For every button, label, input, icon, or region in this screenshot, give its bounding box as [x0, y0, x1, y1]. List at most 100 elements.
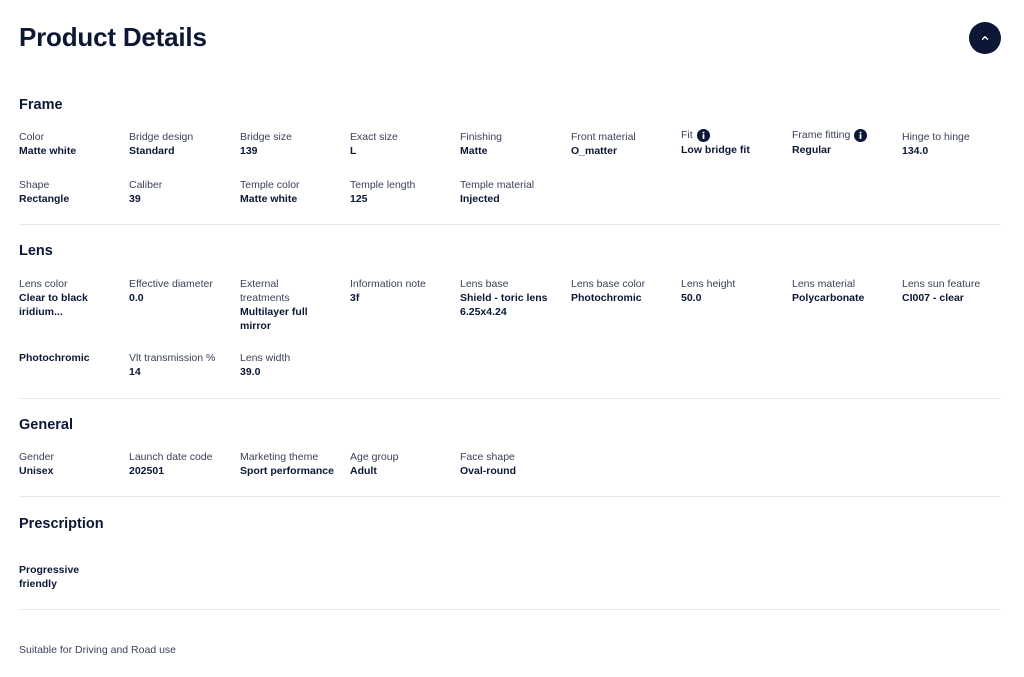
field-lens-base: Lens base Shield - toric lens 6.25x4.24 [460, 277, 560, 319]
field-label: Lens sun feature [902, 278, 981, 290]
field-label: Launch date code [129, 451, 213, 463]
page-title: Product Details [19, 22, 207, 52]
field-value: 14 [129, 366, 141, 378]
field-fit: Fit Low bridge fit [681, 128, 789, 157]
field-lens-extra: Photochromic [19, 351, 127, 365]
collapse-button[interactable] [969, 22, 1001, 54]
field-value: Shield - toric lens 6.25x4.24 [460, 292, 548, 318]
field-value: 0.0 [129, 292, 144, 304]
field-vlt-transmission: Vlt transmission % 14 [129, 351, 237, 379]
field-value: 39 [129, 193, 141, 205]
field-label: External treatments [240, 278, 290, 304]
field-temple-length: Temple length 125 [350, 178, 458, 206]
field-label: Lens base color [571, 278, 646, 290]
field-value: 50.0 [681, 292, 702, 304]
field-frame-color: Color Matte white [19, 130, 127, 158]
field-label: Effective diameter [129, 278, 213, 290]
field-label: Lens color [19, 278, 68, 290]
field-caliber: Caliber 39 [129, 178, 237, 206]
field-lens-width: Lens width 39.0 [240, 351, 348, 379]
field-value: Injected [460, 193, 500, 205]
field-label: Information note [350, 278, 426, 290]
field-value: Matte white [240, 193, 298, 205]
field-label: Temple color [240, 179, 300, 191]
field-value: Matte [460, 145, 488, 157]
field-label: Frame fitting [792, 129, 851, 141]
field-value: Matte white [19, 145, 77, 157]
field-value: 3f [350, 292, 360, 304]
field-value: Regular [792, 144, 832, 156]
field-value: Photochromic [19, 352, 90, 364]
field-label: Face shape [460, 451, 515, 463]
field-value: 125 [350, 193, 368, 205]
field-label: Bridge design [129, 131, 194, 143]
section-title-general: General [19, 417, 73, 433]
field-label: Fit [681, 129, 693, 141]
field-value: Polycarbonate [792, 292, 865, 304]
field-age-group: Age group Adult [350, 450, 458, 478]
field-exact-size: Exact size L [350, 130, 458, 158]
field-front-material: Front material O_matter [571, 130, 679, 158]
field-marketing-theme: Marketing theme Sport performance [240, 450, 348, 478]
field-progressive-friendly: Progressive friendly [19, 563, 99, 591]
field-lens-color: Lens color Clear to black iridium... [19, 277, 127, 319]
field-value: Multilayer full mirror [240, 306, 308, 332]
field-temple-color: Temple color Matte white [240, 178, 348, 206]
field-face-shape: Face shape Oval-round [460, 450, 568, 478]
field-value: Sport performance [240, 465, 334, 477]
field-hinge-to-hinge: Hinge to hinge 134.0 [902, 130, 1010, 158]
field-value: 139 [240, 145, 258, 157]
section-divider [19, 224, 1001, 225]
field-gender: Gender Unisex [19, 450, 127, 478]
usage-note: Suitable for Driving and Road use [19, 644, 177, 656]
field-effective-diameter: Effective diameter 0.0 [129, 277, 237, 305]
field-information-note: Information note 3f [350, 277, 458, 305]
field-bridge-design: Bridge design Standard [129, 130, 237, 158]
field-label: Vlt transmission % [129, 352, 216, 364]
field-value: Low bridge fit [681, 144, 750, 156]
field-label: Hinge to hinge [902, 131, 970, 143]
field-label: Gender [19, 451, 55, 463]
field-lens-base-color: Lens base color Photochromic [571, 277, 679, 305]
section-title-lens: Lens [19, 243, 53, 259]
field-label: Shape [19, 179, 50, 191]
field-value: Unisex [19, 465, 54, 477]
field-finishing: Finishing Matte [460, 130, 568, 158]
field-lens-height: Lens height 50.0 [681, 277, 789, 305]
field-label: Finishing [460, 131, 503, 143]
info-icon[interactable] [854, 128, 868, 142]
field-bridge-size: Bridge size 139 [240, 130, 348, 158]
field-label: Lens base [460, 278, 509, 290]
field-frame-fitting: Frame fitting Regular [792, 128, 900, 157]
field-value: Rectangle [19, 193, 70, 205]
field-value: L [350, 145, 357, 157]
chevron-up-icon [980, 33, 990, 43]
field-label: Lens material [792, 278, 856, 290]
field-value: 134.0 [902, 145, 929, 157]
field-label: Caliber [129, 179, 163, 191]
field-value: Standard [129, 145, 175, 157]
field-value: Oval-round [460, 465, 517, 477]
field-value: 202501 [129, 465, 165, 477]
field-label: Color [19, 131, 45, 143]
section-divider [19, 398, 1001, 399]
section-divider [19, 496, 1001, 497]
field-label: Temple material [460, 179, 535, 191]
field-lens-sun-feature: Lens sun feature CI007 - clear [902, 277, 1001, 305]
field-value: Photochromic [571, 292, 642, 304]
field-label: Lens width [240, 352, 291, 364]
field-shape: Shape Rectangle [19, 178, 127, 206]
field-label: Temple length [350, 179, 416, 191]
section-title-frame: Frame [19, 97, 63, 113]
field-label: Front material [571, 131, 636, 143]
field-value: CI007 - clear [902, 292, 964, 304]
field-temple-material: Temple material Injected [460, 178, 568, 206]
field-label: Marketing theme [240, 451, 319, 463]
field-label: Bridge size [240, 131, 292, 143]
field-launch-date-code: Launch date code 202501 [129, 450, 237, 478]
section-title-prescription: Prescription [19, 516, 104, 532]
info-icon[interactable] [696, 128, 710, 142]
field-lens-material: Lens material Polycarbonate [792, 277, 900, 305]
section-divider [19, 609, 1001, 610]
field-value: O_matter [571, 145, 618, 157]
